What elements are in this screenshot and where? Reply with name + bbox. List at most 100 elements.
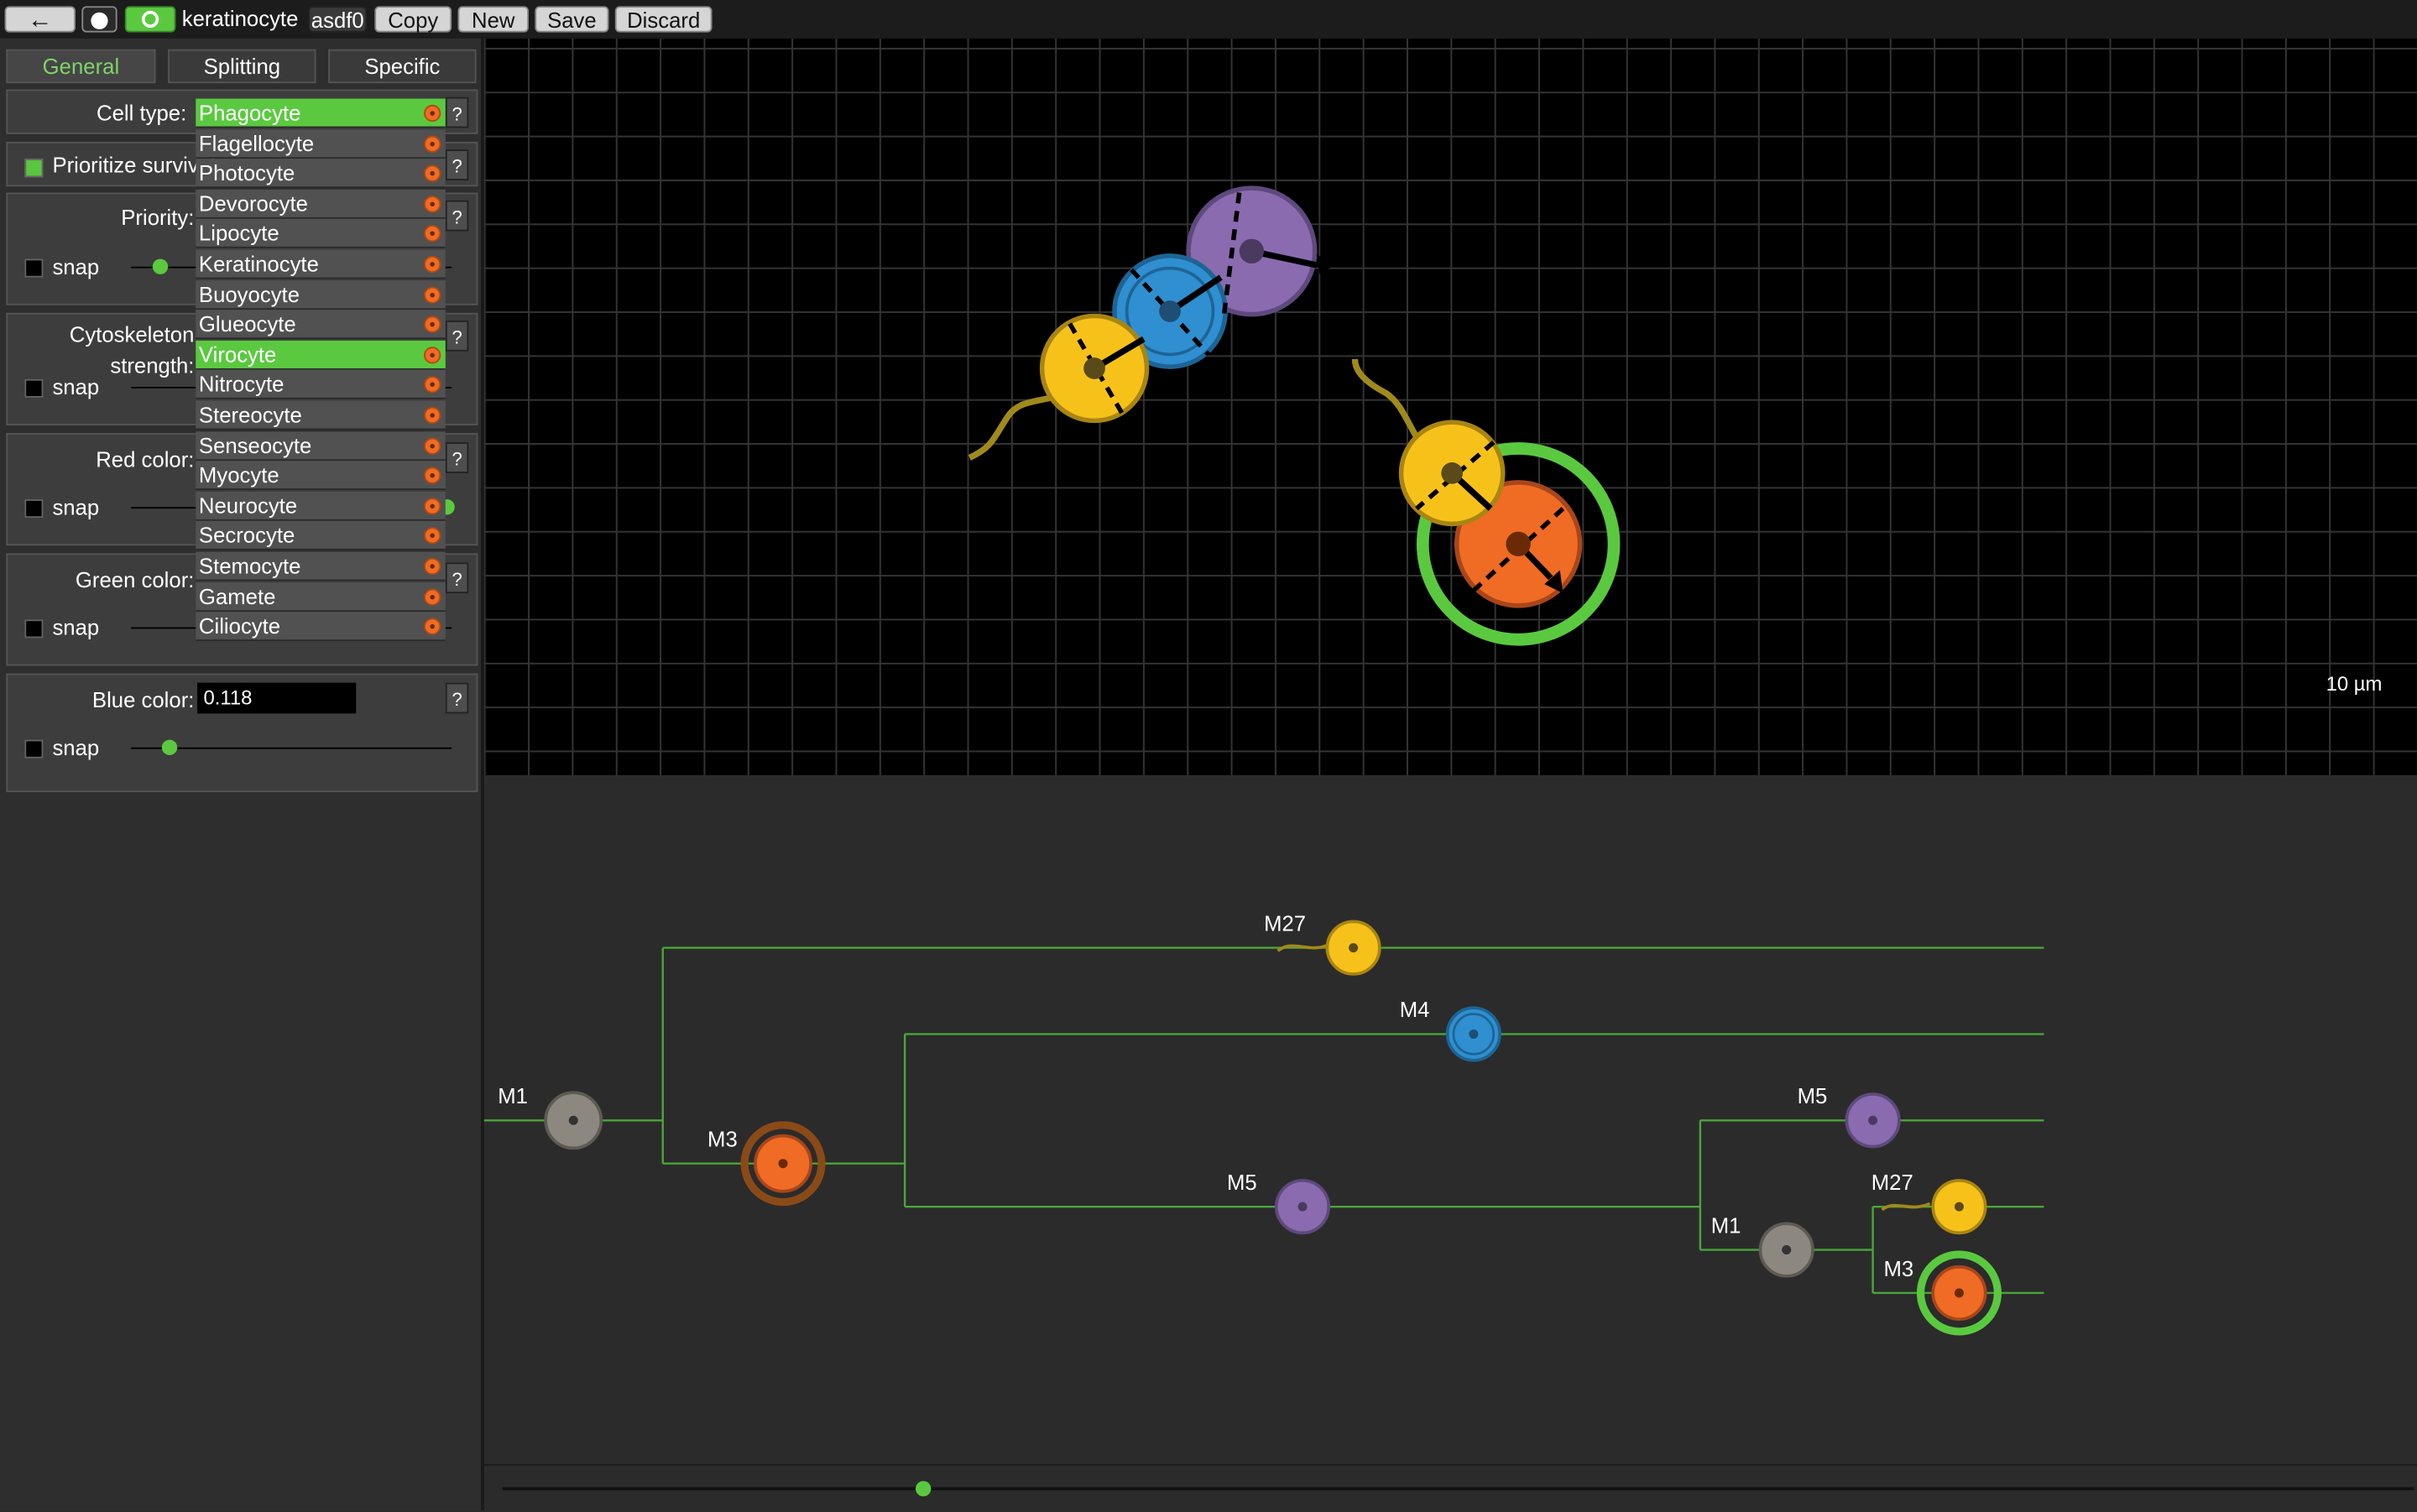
tree-node-m1-root: [544, 1091, 603, 1150]
new-button[interactable]: New: [457, 6, 529, 33]
cell-type-option-label: Phagocyte: [198, 100, 301, 125]
red-color-label: Red color:: [96, 446, 195, 472]
lineage-tree[interactable]: M1 M3 M27 M4 M5 M5 M1 M27 M3: [483, 774, 2417, 1464]
red-snap-checkbox[interactable]: [24, 499, 44, 519]
cell-type-option-label: Stemocyte: [198, 553, 301, 578]
cell-type-option-neurocyte[interactable]: Neurocyte: [196, 491, 446, 521]
lineage-tree-graph: M1 M3 M27 M4 M5 M5 M1 M27 M3: [483, 912, 2044, 1336]
cell-type-option-flagellocyte[interactable]: Flagellocyte: [196, 128, 446, 159]
circle-button[interactable]: [81, 6, 117, 33]
node-label-m3-right: M3: [1883, 1258, 1913, 1281]
cell-type-icon: [424, 134, 441, 153]
cell-type-icon: [424, 104, 441, 123]
scale-label: 10 µm: [2326, 671, 2383, 696]
cell-type-option-nitrocyte[interactable]: Nitrocyte: [196, 370, 446, 400]
cell-type-option-lipocyte[interactable]: Lipocyte: [196, 219, 446, 249]
cell-type-dropdown[interactable]: Phagocyte Flagellocyte Photocyte Devorocyte…: [196, 98, 446, 643]
cell-type-icon: [424, 195, 441, 213]
cell-type-option-ciliocyte[interactable]: Ciliocyte: [196, 612, 446, 642]
cell-type-option-devorocyte[interactable]: Devorocyte: [196, 189, 446, 219]
discard-button[interactable]: Discard: [614, 6, 713, 33]
cell-viewport[interactable]: 10 µm: [483, 38, 2417, 775]
blue-color-label: Blue color:: [91, 687, 195, 712]
cell-type-option-label: Stereocyte: [198, 402, 302, 427]
cell-view-button[interactable]: [124, 6, 176, 33]
cell-type-option-label: Photocyte: [198, 160, 295, 185]
save-button[interactable]: Save: [535, 6, 609, 33]
back-button[interactable]: ←: [4, 6, 76, 34]
prioritize-help-button[interactable]: ?: [445, 149, 469, 180]
cell-type-option-buoyocyte[interactable]: Buoyocyte: [196, 279, 446, 310]
node-label-m1-root: M1: [498, 1085, 528, 1108]
cell-type-option-label: Flagellocyte: [198, 130, 315, 155]
tab-general[interactable]: General: [6, 49, 156, 84]
cell-type-option-secrocyte[interactable]: Secrocyte: [196, 521, 446, 551]
cell-type-option-label: Virocyte: [198, 342, 277, 367]
priority-slider-handle[interactable]: [152, 258, 169, 274]
timeline-handle[interactable]: [915, 1481, 931, 1497]
cytoskeleton-help-button[interactable]: ?: [445, 321, 469, 352]
cell-type-icon: [424, 467, 441, 484]
genome-value-field[interactable]: asdf0: [308, 6, 368, 33]
cell-type-option-stemocyte[interactable]: Stemocyte: [196, 551, 446, 581]
node-label-m5-right: M5: [1798, 1085, 1828, 1108]
cell-type-option-label: Buoyocyte: [198, 281, 300, 306]
node-label-m27-right: M27: [1871, 1171, 1913, 1195]
blue-color-input[interactable]: 0.118: [197, 682, 357, 714]
cell-type-icon: [424, 497, 441, 514]
prioritize-label: Prioritize survival: [52, 152, 216, 178]
cell-type-option-label: Keratinocyte: [198, 251, 319, 276]
cell-type-option-label: Gamete: [198, 583, 276, 608]
red-help-button[interactable]: ?: [445, 442, 469, 473]
blue-color-group: Blue color: 0.118 ? snap: [6, 673, 478, 793]
cell-type-option-myocyte[interactable]: Myocyte: [196, 461, 446, 491]
cell-type-icon: [424, 527, 441, 545]
toolbar: ← keratinocyte asdf0 Copy New Save Disca…: [0, 0, 2417, 39]
tree-node-m3: [740, 1121, 826, 1207]
blue-snap-checkbox[interactable]: [24, 739, 44, 759]
tree-node-m5-right: [1845, 1092, 1901, 1149]
cell-type-icon: [424, 225, 441, 243]
cell-type-icon: [424, 315, 441, 334]
green-snap-checkbox[interactable]: [24, 619, 44, 639]
cell-type-option-virocyte[interactable]: Virocyte: [196, 340, 446, 370]
tree-node-m4: [1445, 1006, 1501, 1062]
cell-type-option-glueocyte[interactable]: Glueocyte: [196, 310, 446, 340]
cell-type-option-label: Glueocyte: [198, 311, 296, 336]
cytoskeleton-label-line1: Cytoskeleton: [69, 321, 195, 347]
cell-preview: [968, 185, 1621, 646]
copy-button[interactable]: Copy: [374, 6, 452, 33]
cytoskeleton-snap-checkbox[interactable]: [24, 378, 44, 398]
tab-splitting[interactable]: Splitting: [168, 49, 316, 84]
cell-type-option-keratinocyte[interactable]: Keratinocyte: [196, 249, 446, 279]
timeline-track[interactable]: [502, 1487, 2414, 1491]
tab-specific[interactable]: Specific: [328, 49, 477, 84]
node-label-m3: M3: [707, 1129, 738, 1152]
cell-type-option-label: Secrocyte: [198, 523, 295, 548]
prioritize-checkbox[interactable]: [24, 159, 44, 178]
green-help-button[interactable]: ?: [445, 562, 469, 594]
cell-type-option-label: Ciliocyte: [198, 613, 281, 639]
cell-type-option-label: Nitrocyte: [198, 372, 285, 397]
priority-help-button[interactable]: ?: [445, 200, 469, 232]
blue-snap-label: snap: [52, 735, 100, 760]
cell-type-option-phagocyte[interactable]: Phagocyte: [196, 98, 446, 128]
cell-type-help-button[interactable]: ?: [445, 96, 469, 128]
node-label-m5-mid: M5: [1227, 1171, 1257, 1195]
blue-slider-track[interactable]: [131, 747, 452, 749]
arrow-left-icon: ←: [28, 8, 53, 34]
cell-type-option-gamete[interactable]: Gamete: [196, 581, 446, 612]
priority-snap-label: snap: [52, 254, 100, 279]
cell-type-label: Cell type:: [97, 100, 187, 125]
cell-type-option-senseocyte[interactable]: Senseocyte: [196, 430, 446, 461]
blue-help-button[interactable]: ?: [445, 682, 469, 714]
priority-snap-checkbox[interactable]: [24, 258, 44, 278]
cell-type-option-photocyte[interactable]: Photocyte: [196, 159, 446, 189]
tree-node-m3-right: [1916, 1250, 2002, 1336]
blue-slider-handle[interactable]: [161, 739, 178, 755]
cell-type-option-label: Lipocyte: [198, 221, 279, 246]
cell-type-icon: [424, 346, 441, 364]
timeline: [483, 1463, 2417, 1512]
cell-type-option-stereocyte[interactable]: Stereocyte: [196, 400, 446, 430]
genome-name: keratinocyte: [181, 6, 299, 31]
